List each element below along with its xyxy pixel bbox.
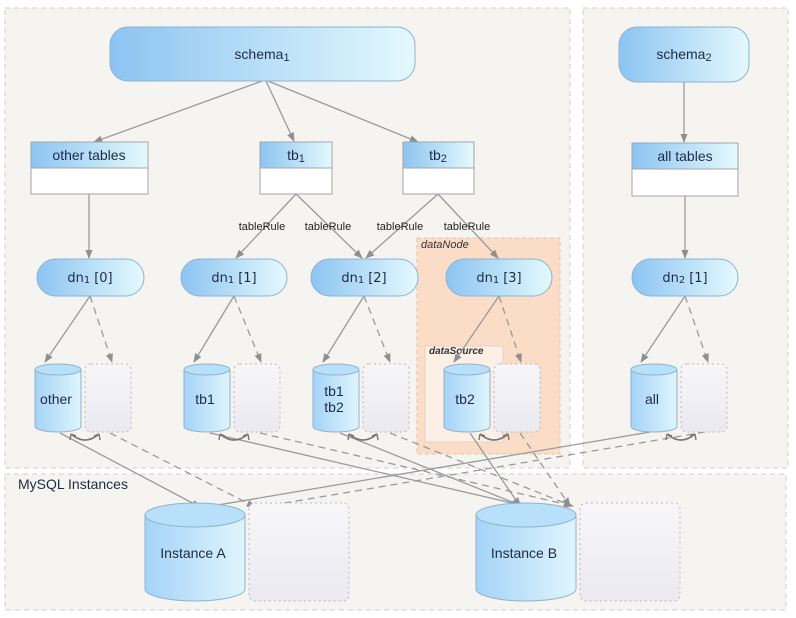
datanode-dn1-3[interactable]: dn1 [3] bbox=[445, 258, 553, 297]
datasource-group-label: dataSource bbox=[429, 346, 484, 357]
instance-b-top bbox=[475, 502, 577, 528]
svg-text:all tables: all tables bbox=[657, 148, 712, 164]
datasource-ds-tb1tb2-top bbox=[312, 363, 360, 376]
datasource-ds-all-replica bbox=[680, 363, 728, 433]
datasource-ds-tb1tb2-label: tb1 tb2 bbox=[324, 383, 344, 415]
datanode-group-label: dataNode bbox=[421, 239, 469, 251]
datasource-ds-other-replica bbox=[84, 363, 132, 433]
datasource-ds-tb1-top bbox=[183, 363, 231, 376]
sharding-architecture-diagram: MySQL Instances dataNode dataSource sche… bbox=[4, 7, 789, 611]
datanode-dn2-1[interactable]: dn2 [1] bbox=[631, 258, 739, 297]
datanode-dn1-1[interactable]: dn1 [1] bbox=[180, 258, 288, 297]
instance-b-replica bbox=[579, 502, 681, 602]
datasource-ds-tb1-replica bbox=[233, 363, 281, 433]
datasource-ds-tb1tb2-replica bbox=[362, 363, 410, 433]
datasource-ds-other-top bbox=[34, 363, 82, 376]
edge-label-tablerule-2: tableRule bbox=[305, 221, 351, 233]
datasource-ds-all-label: all bbox=[645, 391, 659, 407]
instance-a-label: Instance A bbox=[160, 545, 226, 561]
table-box-all-tables[interactable]: all tables bbox=[631, 142, 739, 197]
svg-text:other tables: other tables bbox=[52, 147, 125, 163]
datanode-dn1-0[interactable]: dn1 [0] bbox=[36, 258, 145, 297]
datasource-ds-all-top bbox=[630, 363, 678, 376]
edge-label-tablerule-1: tableRule bbox=[239, 221, 285, 233]
datanode-dn1-2[interactable]: dn1 [2] bbox=[310, 258, 419, 297]
table-box-tb2[interactable]: tb2 bbox=[402, 141, 475, 195]
datasource-ds-tb2-label: tb2 bbox=[455, 391, 475, 407]
instance-a-top bbox=[144, 502, 246, 528]
datasource-ds-other-label: other bbox=[40, 391, 72, 407]
svg-text:schema1: schema1 bbox=[234, 46, 289, 64]
datasource-ds-tb1-label: tb1 bbox=[195, 391, 215, 407]
svg-text:schema2: schema2 bbox=[656, 46, 711, 64]
datasource-ds-tb2-top bbox=[443, 363, 491, 376]
schema1-node[interactable]: schema1 bbox=[109, 26, 416, 82]
schema2-node[interactable]: schema2 bbox=[618, 26, 750, 83]
table-box-tb1[interactable]: tb1 bbox=[259, 141, 333, 195]
datasource-ds-tb2-replica bbox=[493, 363, 541, 433]
edge-label-tablerule-3: tableRule bbox=[377, 221, 423, 233]
mysql-panel-title: MySQL Instances bbox=[18, 476, 128, 492]
table-box-other-tables[interactable]: other tables bbox=[30, 141, 149, 195]
instance-b-label: Instance B bbox=[491, 545, 557, 561]
instance-a-replica bbox=[248, 502, 350, 602]
edge-label-tablerule-4: tableRule bbox=[444, 221, 490, 233]
